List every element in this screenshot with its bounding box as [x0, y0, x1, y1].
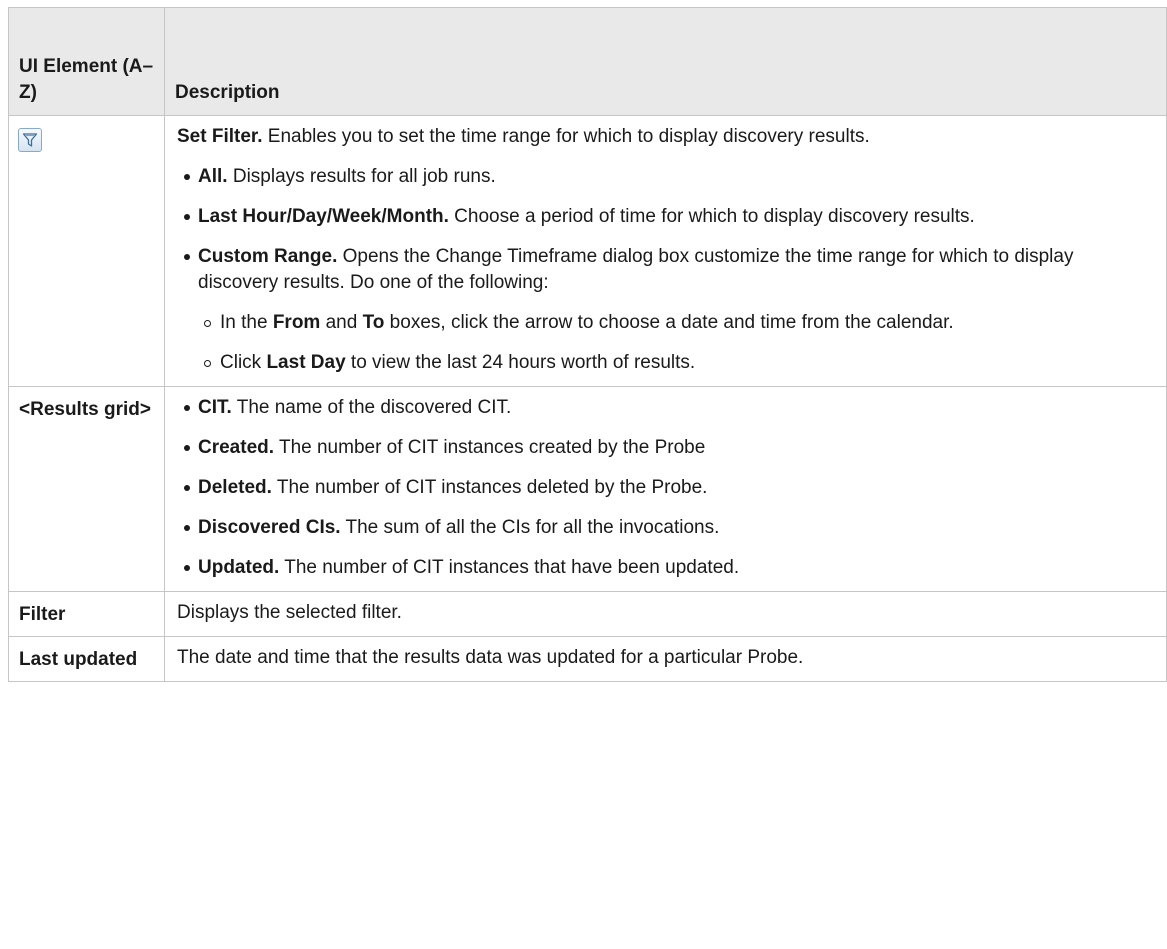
- list-item: Updated. The number of CIT instances tha…: [177, 555, 1156, 581]
- header-description: Description: [164, 7, 1167, 116]
- circle-bullet-icon: [204, 360, 211, 367]
- description-cell: Set Filter. Enables you to set the time …: [164, 115, 1167, 387]
- table-header-row: UI Element (A–Z) Description: [8, 7, 1167, 116]
- bullet-list: All. Displays results for all job runs. …: [177, 164, 1156, 376]
- filter-icon[interactable]: [18, 128, 42, 152]
- ui-element-cell: [8, 115, 165, 387]
- list-item: CIT. The name of the discovered CIT.: [177, 395, 1156, 421]
- circle-bullet-icon: [204, 320, 211, 327]
- header-ui-element: UI Element (A–Z): [8, 7, 165, 116]
- list-item: Last Hour/Day/Week/Month. Choose a perio…: [177, 204, 1156, 230]
- bullet-icon: [184, 565, 190, 571]
- table-row: Last updated The date and time that the …: [8, 636, 1167, 682]
- list-item: Created. The number of CIT instances cre…: [177, 435, 1156, 461]
- ui-elements-table: UI Element (A–Z) Description Set Filter.…: [8, 7, 1167, 682]
- ui-element-cell: <Results grid>: [8, 386, 165, 592]
- sub-list-item: In the From and To boxes, click the arro…: [198, 310, 1156, 336]
- sub-list-item: Click Last Day to view the last 24 hours…: [198, 350, 1156, 376]
- description-cell: The date and time that the results data …: [164, 636, 1167, 682]
- description-cell: Displays the selected filter.: [164, 591, 1167, 637]
- list-item: Deleted. The number of CIT instances del…: [177, 475, 1156, 501]
- ui-element-cell: Last updated: [8, 636, 165, 682]
- bullet-icon: [184, 525, 190, 531]
- bullet-icon: [184, 405, 190, 411]
- table-row: Set Filter. Enables you to set the time …: [8, 115, 1167, 387]
- description-cell: CIT. The name of the discovered CIT. Cre…: [164, 386, 1167, 592]
- table-row: Filter Displays the selected filter.: [8, 591, 1167, 637]
- sub-list: In the From and To boxes, click the arro…: [198, 310, 1156, 376]
- bullet-list: CIT. The name of the discovered CIT. Cre…: [177, 395, 1156, 581]
- description-text: Set Filter. Enables you to set the time …: [177, 126, 870, 147]
- ui-element-cell: Filter: [8, 591, 165, 637]
- bullet-icon: [184, 445, 190, 451]
- list-item: All. Displays results for all job runs.: [177, 164, 1156, 190]
- element-title: Set Filter.: [177, 126, 263, 147]
- bullet-icon: [184, 254, 190, 260]
- list-item: Custom Range. Opens the Change Timeframe…: [177, 244, 1156, 376]
- bullet-icon: [184, 485, 190, 491]
- bullet-icon: [184, 174, 190, 180]
- bullet-icon: [184, 214, 190, 220]
- list-item: Discovered CIs. The sum of all the CIs f…: [177, 515, 1156, 541]
- table-row: <Results grid> CIT. The name of the disc…: [8, 386, 1167, 592]
